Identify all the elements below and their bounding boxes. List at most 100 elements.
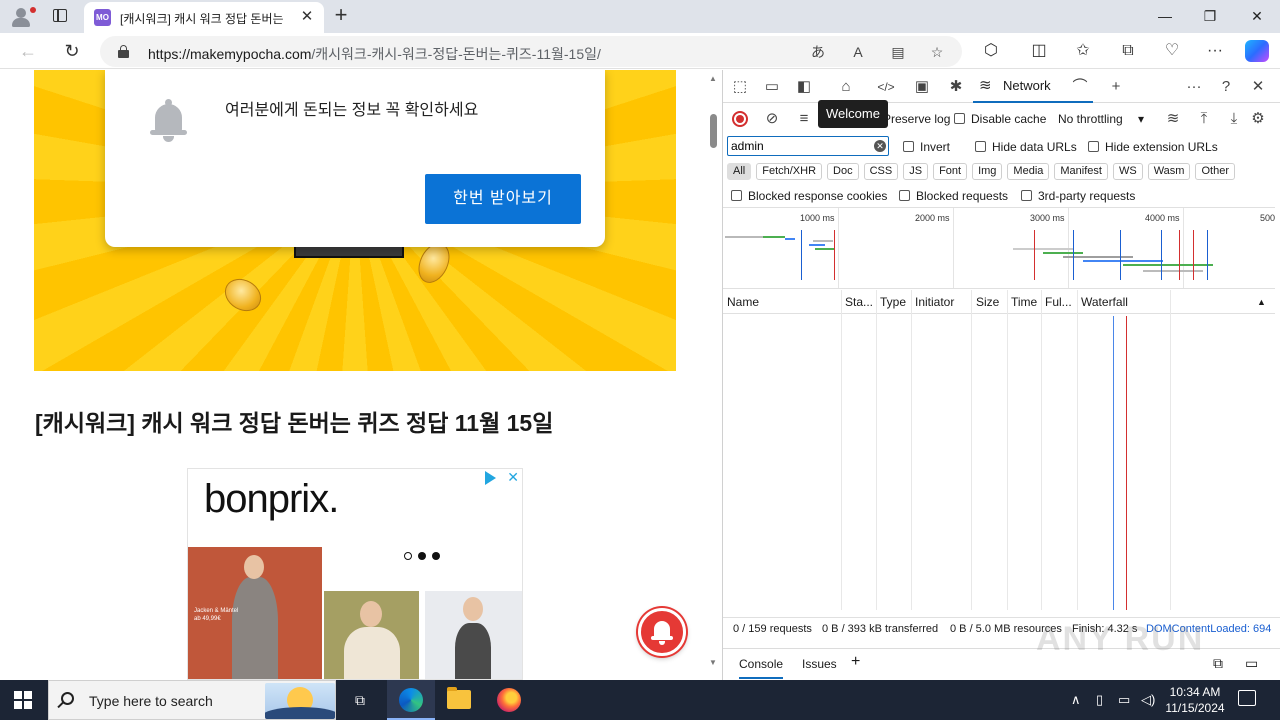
hide-extension-urls-checkbox[interactable]: Hide extension URLs [1088,140,1218,154]
sort-ascending-icon[interactable]: ▲ [1257,297,1266,307]
split-screen-icon[interactable]: ◫ [1026,39,1052,63]
lock-icon[interactable] [118,45,129,58]
inspect-icon[interactable]: ⬚ [727,75,753,99]
window-close-button[interactable]: ✕ [1237,4,1277,28]
chip-all[interactable]: All [727,163,752,180]
chip-fetch-xhr[interactable]: Fetch/XHR [756,163,823,180]
throttling-select[interactable]: No throttling ▾ [1058,112,1144,126]
col-size[interactable]: Size [976,295,999,309]
notifications-icon[interactable] [1238,690,1256,706]
disable-cache-checkbox[interactable]: Disable cache [954,112,1046,126]
filter-icon[interactable]: ≡ [791,107,817,131]
back-button[interactable]: ← [16,39,40,63]
task-view-button[interactable]: ⧉ [336,680,384,720]
more-tools-icon[interactable]: + [1103,75,1129,99]
battery-icon[interactable]: ▯ [1096,692,1103,708]
copilot-icon[interactable] [1245,40,1269,62]
popup-subscribe-button[interactable]: 한번 받아보기 [425,174,581,224]
blocked-cookies-checkbox[interactable]: Blocked response cookies [731,189,887,203]
search-highlight-image[interactable] [265,683,335,719]
col-time[interactable]: Time [1011,295,1037,309]
profile-icon[interactable] [8,5,36,29]
drawer-tab-console[interactable]: Console [739,657,784,679]
col-fulfilled[interactable]: Ful... [1045,295,1072,309]
chip-other[interactable]: Other [1195,163,1235,180]
col-initiator[interactable]: Initiator [915,295,954,309]
tray-overflow-icon[interactable]: ∧ [1071,692,1081,708]
extensions-icon[interactable]: ⬡ [978,39,1004,63]
welcome-home-icon[interactable]: ⌂ [833,75,859,99]
read-aloud-icon[interactable]: A [846,40,870,64]
col-waterfall[interactable]: Waterfall [1081,295,1128,309]
drawer-add-tab-icon[interactable]: + [851,653,860,671]
taskbar-clock[interactable]: 10:34 AM 11/15/2024 [1160,684,1230,716]
chip-doc[interactable]: Doc [827,163,859,180]
settings-gear-icon[interactable]: ⚙ [1245,107,1271,131]
advertisement[interactable]: bonprix. ✕ Jacken & Mäntel ab 49,99€ [187,468,523,680]
hide-data-urls-checkbox[interactable]: Hide data URLs [975,140,1077,154]
favorites-icon[interactable]: ✩ [1070,39,1096,63]
chip-ws[interactable]: WS [1112,163,1143,180]
record-icon[interactable] [732,111,748,127]
network-overview-timeline[interactable]: 1000 ms 2000 ms 3000 ms 4000 ms 500 [723,207,1275,289]
taskbar-search-box[interactable]: Type here to search [48,680,336,720]
chip-css[interactable]: CSS [863,163,899,180]
undock-drawer-icon[interactable]: ⧉ [1213,655,1223,672]
more-options-icon[interactable]: ··· [1202,39,1228,63]
network-icon[interactable]: ▭ [1118,692,1130,708]
clear-icon[interactable]: ⊘ [759,107,785,131]
filter-input[interactable] [728,137,868,155]
help-icon[interactable]: ? [1213,75,1239,99]
browser-tab-active[interactable]: MO [캐시워크] 캐시 워크 정답 돈버는 ✕ [84,2,324,33]
collections-icon[interactable]: ⧉ [1115,39,1141,63]
import-har-icon[interactable]: ⤒ [1191,107,1217,131]
network-conditions-icon[interactable]: ≋ [1160,107,1186,131]
tab-close-icon[interactable]: ✕ [298,8,316,26]
sources-bug-icon[interactable]: ✱ [943,75,969,99]
push-notification-bell-button[interactable] [638,608,686,656]
favorite-star-icon[interactable]: ☆ [925,40,949,64]
taskbar-firefox[interactable] [485,680,533,720]
page-scrollbar[interactable]: ▲ ▼ [706,70,722,680]
performance-icon[interactable]: ⌒ [1067,75,1093,99]
ad-product-image[interactable] [425,591,522,679]
invert-checkbox[interactable]: Invert [903,140,950,154]
chip-manifest[interactable]: Manifest [1054,163,1108,180]
minimize-button[interactable]: — [1145,4,1185,28]
volume-icon[interactable]: ◁) [1141,692,1155,708]
preserve-log-label[interactable]: Preserve log [883,112,950,126]
chip-img[interactable]: Img [972,163,1003,180]
drawer-tab-issues[interactable]: Issues [802,657,837,671]
translate-icon[interactable]: あ [806,40,830,64]
devtools-close-icon[interactable]: ✕ [1245,75,1271,99]
close-drawer-icon[interactable]: ▭ [1245,655,1258,672]
ad-close-icon[interactable]: ✕ [507,469,519,486]
immersive-reader-icon[interactable]: ▤ [886,40,910,64]
chip-js[interactable]: JS [903,163,929,180]
new-tab-button[interactable]: + [330,4,352,27]
chip-font[interactable]: Font [933,163,968,180]
col-status[interactable]: Sta... [845,295,873,309]
ad-product-image[interactable]: Jacken & Mäntel ab 49,99€ [188,547,322,679]
elements-icon[interactable]: </> [873,75,899,99]
console-icon[interactable]: ▣ [909,75,935,99]
chip-wasm[interactable]: Wasm [1147,163,1191,180]
third-party-requests-checkbox[interactable]: 3rd-party requests [1021,189,1135,203]
ad-product-image[interactable] [324,591,419,679]
maximize-button[interactable]: ❐ [1190,4,1230,28]
devtools-more-icon[interactable]: ··· [1181,75,1207,99]
ad-choices-icon[interactable] [485,471,496,485]
browser-essentials-icon[interactable]: ♡ [1159,39,1185,63]
ad-carousel-dots[interactable] [404,549,446,563]
taskbar-file-explorer[interactable] [435,680,483,720]
export-har-icon[interactable]: ⤓ [1221,107,1247,131]
tab-actions-icon[interactable] [50,7,70,25]
url-text[interactable]: https://makemypocha.com/캐시워크-캐시-워크-정답-돈버… [148,44,601,64]
blocked-requests-checkbox[interactable]: Blocked requests [899,189,1008,203]
address-bar[interactable]: https://makemypocha.com/캐시워크-캐시-워크-정답-돈버… [100,36,962,67]
device-emulation-icon[interactable]: ▭ [759,75,785,99]
scrollbar-thumb[interactable] [710,114,717,148]
ad-brand-logo[interactable]: bonprix. [204,477,339,522]
refresh-button[interactable]: ↻ [60,39,84,63]
dock-side-icon[interactable]: ◧ [791,75,817,99]
